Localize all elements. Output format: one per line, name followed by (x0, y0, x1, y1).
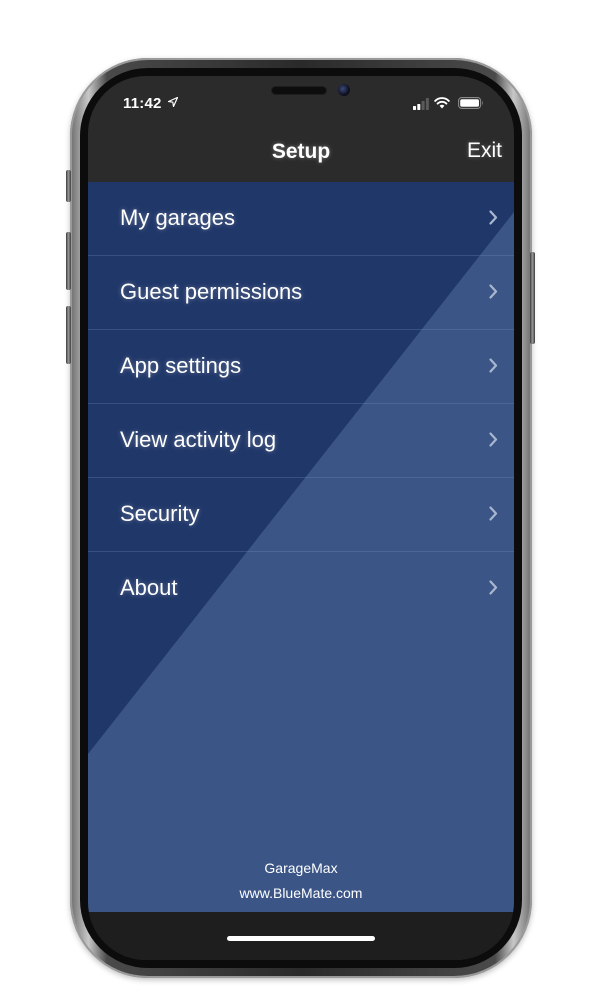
chevron-right-icon (489, 284, 498, 299)
website-link[interactable]: www.BlueMate.com (88, 881, 514, 906)
menu-item-label: View activity log (120, 427, 277, 452)
menu-item-guest-permissions[interactable]: Guest permissions (88, 256, 514, 330)
status-time: 11:42 (123, 95, 162, 112)
app-footer: GarageMax www.BlueMate.com (88, 856, 514, 906)
front-camera (338, 84, 350, 96)
exit-button[interactable]: Exit (467, 139, 502, 163)
menu-item-label: Security (120, 501, 200, 526)
home-indicator[interactable] (227, 936, 375, 941)
menu-item-my-garages[interactable]: My garages (88, 182, 514, 256)
menu-item-label: My garages (120, 205, 235, 230)
status-bar: 11:42 (88, 76, 514, 120)
navigation-bar: Setup Exit (88, 120, 514, 182)
volume-down-button (66, 306, 71, 364)
menu-item-label: App settings (120, 353, 242, 378)
chevron-right-icon (489, 432, 498, 447)
chevron-right-icon (489, 210, 498, 225)
battery-icon (458, 97, 483, 109)
volume-up-button (66, 232, 71, 290)
chevron-right-icon (489, 580, 498, 595)
wifi-icon (434, 97, 450, 109)
page-title: Setup (271, 140, 331, 163)
settings-content: My garages Guest permissions App setting… (88, 182, 514, 912)
menu-item-view-activity-log[interactable]: View activity log (88, 404, 514, 478)
screen: 11:42 Setup Exit My garages Guest permis… (88, 76, 514, 960)
home-indicator-area (88, 912, 514, 960)
menu-item-security[interactable]: Security (88, 478, 514, 552)
chevron-right-icon (489, 358, 498, 373)
location-arrow-icon (168, 97, 178, 107)
chevron-right-icon (489, 506, 498, 521)
menu-item-label: Guest permissions (120, 279, 303, 304)
cellular-signal-icon (413, 98, 429, 110)
power-button (530, 252, 535, 344)
mute-switch (66, 170, 71, 202)
menu-item-app-settings[interactable]: App settings (88, 330, 514, 404)
speaker-grille (272, 87, 326, 94)
setup-menu-list: My garages Guest permissions App setting… (88, 182, 514, 625)
app-name: GarageMax (264, 860, 338, 876)
menu-item-about[interactable]: About (88, 552, 514, 625)
menu-item-label: About (120, 575, 178, 600)
